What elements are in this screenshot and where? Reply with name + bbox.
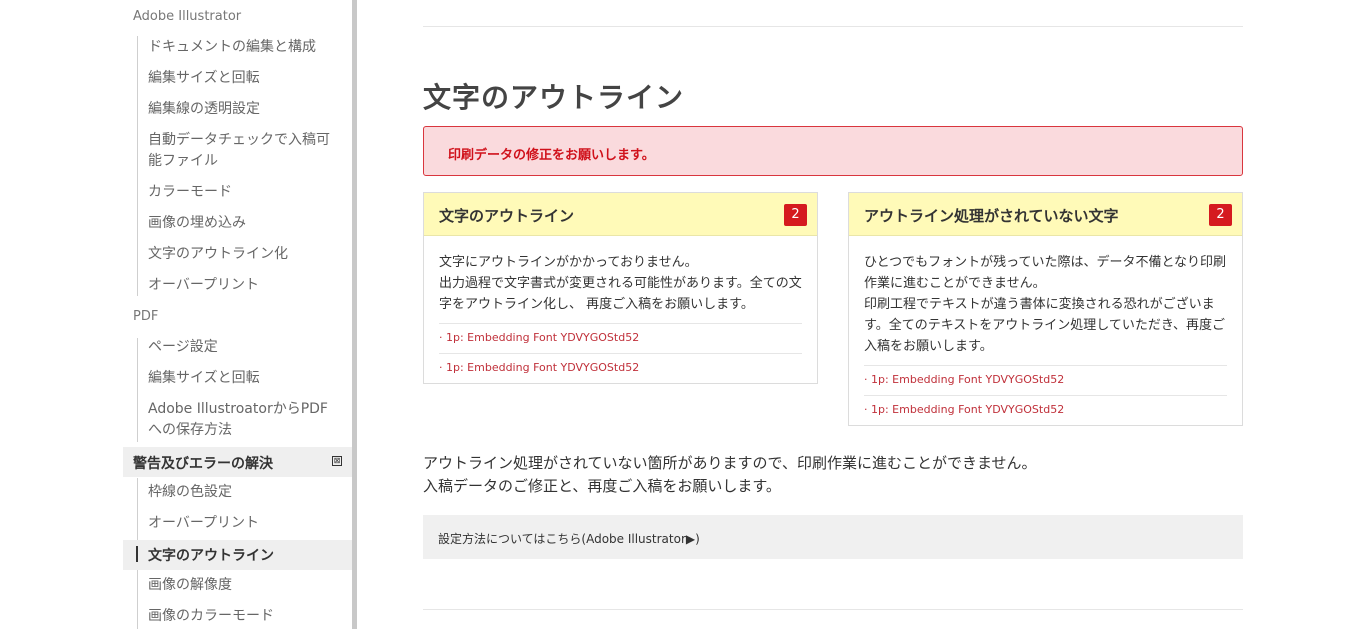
sidebar-item-outline-active[interactable]: 文字のアウトライン — [123, 540, 352, 570]
error-alert: 印刷データの修正をお願いします。 — [423, 126, 1243, 176]
summary-text: アウトライン処理がされていない箇所がありますので、印刷作業に進むことができません… — [423, 454, 1037, 495]
howto-link[interactable]: 設定方法についてはこちら(Adobe Illustrator▶) — [438, 530, 700, 547]
top-divider — [423, 26, 1243, 27]
sidebar-item-auto-check[interactable]: 自動データチェックで入稿可能ファイル — [148, 130, 336, 172]
sidebar-item-embed-image[interactable]: 画像の埋め込み — [148, 213, 338, 234]
count-badge: 2 — [784, 204, 807, 226]
sidebar-scrollbar[interactable] — [352, 0, 357, 629]
sidebar-nav: Adobe Illustrator ドキュメントの編集と構成 編集サイズと回転 … — [0, 0, 358, 629]
sidebar-section-warnings[interactable]: 警告及びエラーの解決 ⊠ — [123, 447, 352, 477]
active-indicator — [136, 546, 138, 562]
sidebar-item-overprint-warning[interactable]: オーバープリント — [148, 513, 338, 534]
font-issue-item[interactable]: · 1p: Embedding Font YDVYGOStd52 — [864, 395, 1227, 425]
issue-card-outline: 文字のアウトライン 2 文字にアウトラインがかかっておりません。 出力過程で文字… — [423, 192, 818, 384]
card-header: アウトライン処理がされていない文字 2 — [849, 193, 1242, 236]
card-description: ひとつでもフォントが残っていた際は、データ不備となり印刷作業に進むことができませ… — [864, 255, 1227, 354]
sidebar-item-size-rotation-pdf[interactable]: 編集サイズと回転 — [148, 368, 338, 389]
howto-box[interactable]: 設定方法についてはこちら(Adobe Illustrator▶) — [423, 515, 1243, 559]
bottom-divider — [423, 609, 1243, 610]
sidebar-item-page-setup[interactable]: ページ設定 — [148, 337, 338, 358]
sidebar-item-outline-label: 文字のアウトライン — [148, 548, 274, 564]
sidebar-section-warnings-label: 警告及びエラーの解決 — [133, 456, 273, 472]
card-description: 文字にアウトラインがかかっておりません。 出力過程で文字書式が変更される可能性が… — [439, 255, 802, 312]
sidebar-group-line — [137, 338, 138, 442]
count-badge: 2 — [1209, 204, 1232, 226]
card-header: 文字のアウトライン 2 — [424, 193, 817, 236]
sidebar-item-size-rotation[interactable]: 編集サイズと回転 — [148, 68, 338, 89]
card-body: 文字にアウトラインがかかっておりません。 出力過程で文字書式が変更される可能性が… — [424, 236, 817, 383]
issue-card-unprocessed: アウトライン処理がされていない文字 2 ひとつでもフォントが残っていた際は、デー… — [848, 192, 1243, 426]
sidebar-group-line — [137, 36, 138, 296]
sidebar-item-overprint[interactable]: オーバープリント — [148, 275, 338, 296]
sidebar-item-line-transparency[interactable]: 編集線の透明設定 — [148, 99, 338, 120]
card-title: 文字のアウトライン — [439, 207, 575, 225]
sidebar-item-pdf-save[interactable]: Adobe IllustroatorからPDFへの保存方法 — [148, 399, 334, 441]
sidebar-item-document-edit[interactable]: ドキュメントの編集と構成 — [148, 37, 338, 58]
sidebar-item-outline-text[interactable]: 文字のアウトライン化 — [148, 244, 338, 265]
card-title: アウトライン処理がされていない文字 — [864, 207, 1119, 225]
font-issue-item[interactable]: · 1p: Embedding Font YDVYGOStd52 — [864, 365, 1227, 395]
font-issue-item[interactable]: · 1p: Embedding Font YDVYGOStd52 — [439, 323, 802, 353]
sidebar-section-illustrator[interactable]: Adobe Illustrator — [133, 9, 241, 25]
page-title: 文字のアウトライン — [423, 81, 685, 114]
sidebar-item-border-color[interactable]: 枠線の色設定 — [148, 482, 338, 503]
card-body: ひとつでもフォントが残っていた際は、データ不備となり印刷作業に進むことができませ… — [849, 236, 1242, 425]
sidebar-item-resolution[interactable]: 画像の解像度 — [148, 575, 338, 596]
alert-text: 印刷データの修正をお願いします。 — [448, 148, 655, 163]
sidebar-item-image-color-mode[interactable]: 画像のカラーモード — [148, 606, 338, 627]
sidebar-section-pdf[interactable]: PDF — [133, 309, 158, 325]
collapse-icon[interactable]: ⊠ — [332, 456, 342, 466]
sidebar-item-color-mode[interactable]: カラーモード — [148, 182, 338, 203]
font-issue-item[interactable]: · 1p: Embedding Font YDVYGOStd52 — [439, 353, 802, 383]
